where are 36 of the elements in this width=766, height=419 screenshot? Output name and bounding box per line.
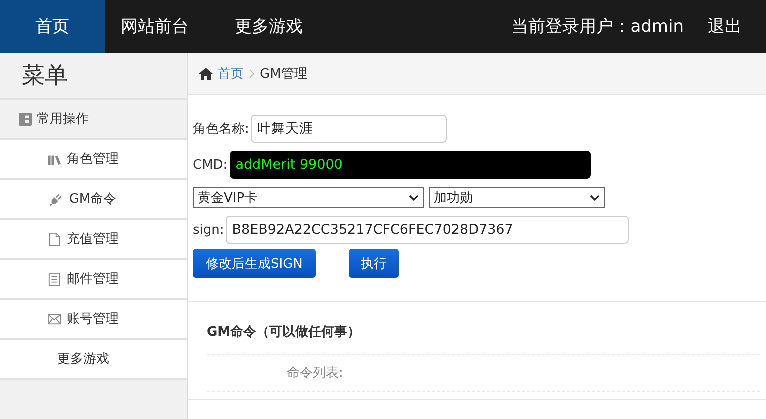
menu-title: 菜单: [0, 53, 187, 100]
caret-icon: [590, 194, 600, 200]
nav-tab[interactable]: 更多游戏: [205, 0, 333, 53]
sidebar-item[interactable]: 邮件管理: [0, 260, 187, 300]
breadcrumb-current: GM管理: [260, 66, 308, 82]
sidebar-item[interactable]: 账号管理: [0, 300, 187, 340]
logout-link[interactable]: 退出: [708, 15, 742, 38]
document-icon: [48, 272, 61, 286]
action-dropdown[interactable]: 加功勋: [429, 187, 605, 208]
field-label: CMD:: [193, 158, 228, 172]
home-icon: [199, 68, 213, 80]
nav-tab[interactable]: 网站前台: [105, 0, 205, 53]
current-user-label: 当前登录用户：admin: [512, 16, 684, 38]
field-label: sign:: [193, 222, 224, 238]
file-icon: [48, 232, 61, 246]
cmd-field[interactable]: addMerit 99000: [230, 151, 591, 179]
envelope-icon: [48, 312, 61, 326]
field-label: 角色名称:: [193, 121, 250, 138]
chevron-icon: [249, 68, 255, 78]
caret-icon: [409, 194, 419, 200]
generate-sign-button[interactable]: 修改后生成SIGN: [193, 249, 316, 278]
command-list-label: 命令列表:: [287, 366, 344, 381]
role-name-field[interactable]: 叶舞天涯: [251, 115, 448, 143]
item-dropdown[interactable]: 黄金VIP卡: [193, 187, 424, 208]
plug-icon: [50, 192, 64, 206]
sidebar-item[interactable]: 更多游戏: [0, 340, 187, 380]
section-label: 常用操作: [37, 111, 89, 128]
sidebar-item[interactable]: 角色管理: [0, 140, 187, 180]
address-card-icon: [19, 112, 32, 126]
execute-button[interactable]: 执行: [348, 249, 399, 278]
breadcrumb-link[interactable]: 首页: [218, 64, 244, 82]
sidebar-item[interactable]: GM命令: [0, 180, 187, 220]
nav-tab[interactable]: 首页: [0, 0, 105, 53]
sidebar-item[interactable]: 充值管理: [0, 220, 187, 260]
sign-field[interactable]: B8EB92A22CC35217CFC6FEC7028D7367: [226, 216, 630, 244]
panel-title: GM命令（可以做任何事）: [207, 314, 760, 355]
